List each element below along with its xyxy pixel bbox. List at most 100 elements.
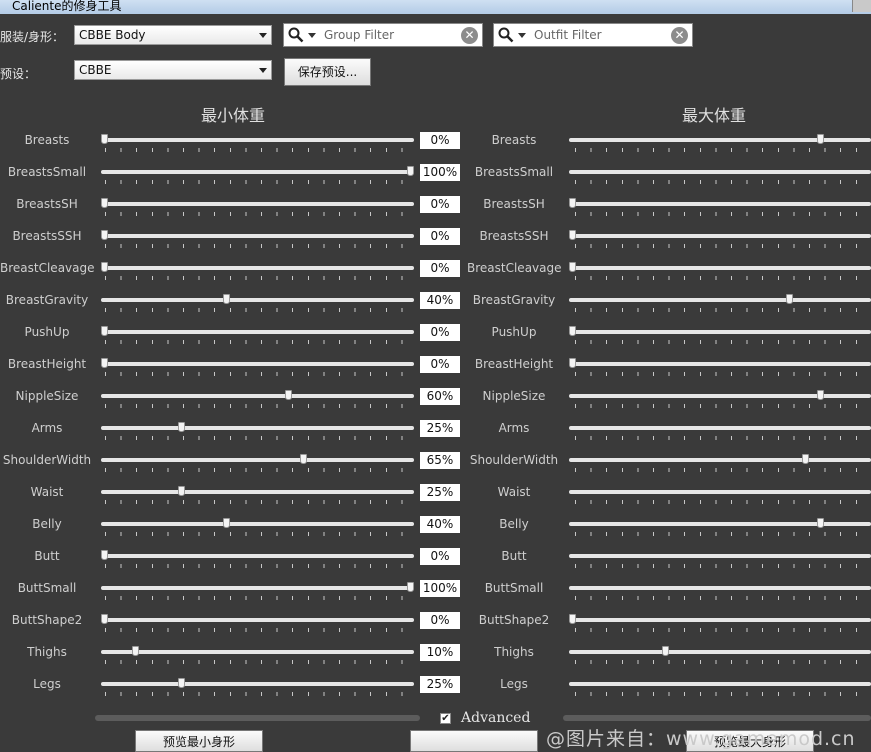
max-slider-track[interactable] — [569, 394, 871, 398]
min-slider-track[interactable] — [101, 170, 414, 174]
max-slider-track[interactable] — [569, 458, 871, 462]
min-slider-thumb[interactable] — [299, 454, 307, 464]
min-slider-track[interactable] — [101, 330, 414, 334]
min-slider-thumb[interactable] — [284, 390, 292, 400]
min-slider-thumb[interactable] — [101, 134, 108, 144]
dropdown-arrow-icon[interactable] — [308, 33, 316, 39]
build-button[interactable] — [410, 730, 538, 752]
preview-min-button[interactable]: 预览最小身形 — [135, 730, 263, 752]
min-slider-track[interactable] — [101, 586, 414, 590]
advanced-checkbox[interactable]: ✔ — [440, 713, 451, 724]
min-slider-thumb[interactable] — [177, 678, 185, 688]
min-value-field[interactable]: 0% — [420, 612, 460, 629]
min-slider-thumb[interactable] — [101, 262, 108, 272]
preset-select[interactable]: CBBE — [74, 60, 272, 80]
min-value-field[interactable]: 65% — [420, 452, 460, 469]
min-value-field[interactable]: 25% — [420, 484, 460, 501]
min-slider-thumb[interactable] — [223, 518, 231, 528]
max-slider-thumb[interactable] — [569, 230, 576, 240]
right-scrollbar[interactable] — [563, 715, 871, 721]
max-slider-track[interactable] — [569, 266, 871, 270]
min-slider-track[interactable] — [101, 458, 414, 462]
left-scrollbar[interactable] — [95, 715, 420, 721]
min-slider-thumb[interactable] — [223, 294, 231, 304]
min-value-field[interactable]: 0% — [420, 356, 460, 373]
max-slider-track[interactable] — [569, 330, 871, 334]
min-slider-thumb[interactable] — [101, 198, 108, 208]
min-slider-thumb[interactable] — [101, 550, 108, 560]
min-slider-thumb[interactable] — [177, 486, 185, 496]
min-value-field[interactable]: 0% — [420, 228, 460, 245]
max-slider-track[interactable] — [569, 202, 871, 206]
min-value-field[interactable]: 0% — [420, 548, 460, 565]
dropdown-arrow-icon[interactable] — [518, 33, 526, 39]
min-slider-thumb[interactable] — [177, 422, 185, 432]
max-slider-thumb[interactable] — [662, 646, 669, 656]
min-slider-track[interactable] — [101, 490, 414, 494]
min-value-field[interactable]: 100% — [420, 164, 460, 181]
max-slider-track[interactable] — [569, 234, 871, 238]
clear-group-filter-icon[interactable]: ✕ — [461, 27, 478, 44]
max-slider-track[interactable] — [569, 170, 871, 174]
min-slider-track[interactable] — [101, 554, 414, 558]
min-slider-track[interactable] — [101, 266, 414, 270]
min-slider-track[interactable] — [101, 362, 414, 366]
min-slider-thumb[interactable] — [101, 358, 108, 368]
min-value-field[interactable]: 0% — [420, 196, 460, 213]
min-slider-track[interactable] — [101, 138, 414, 142]
min-value-field[interactable]: 60% — [420, 388, 460, 405]
min-value-field[interactable]: 25% — [420, 676, 460, 693]
outfit-filter-input[interactable]: Outfit Filter ✕ — [493, 23, 693, 47]
group-filter-input[interactable]: Group Filter ✕ — [283, 23, 483, 47]
max-slider-thumb[interactable] — [817, 134, 824, 144]
min-slider-thumb[interactable] — [101, 326, 108, 336]
max-slider-track[interactable] — [569, 650, 871, 654]
min-value-field[interactable]: 0% — [420, 260, 460, 277]
min-slider-thumb[interactable] — [101, 230, 108, 240]
max-slider-track[interactable] — [569, 362, 871, 366]
min-value-field[interactable]: 40% — [420, 516, 460, 533]
min-slider-thumb[interactable] — [101, 614, 108, 624]
min-slider-thumb[interactable] — [407, 582, 414, 592]
min-slider-track[interactable] — [101, 394, 414, 398]
clear-outfit-filter-icon[interactable]: ✕ — [671, 27, 688, 44]
max-slider-thumb[interactable] — [569, 326, 576, 336]
max-slider-track[interactable] — [569, 138, 871, 142]
max-slider-track[interactable] — [569, 522, 871, 526]
window-close-button[interactable] — [852, 0, 871, 12]
min-slider-thumb[interactable] — [407, 166, 414, 176]
max-slider-thumb[interactable] — [817, 518, 824, 528]
min-slider-ticks — [105, 468, 414, 472]
max-slider-track[interactable] — [569, 426, 871, 430]
min-value-field[interactable]: 0% — [420, 132, 460, 149]
max-slider-track[interactable] — [569, 618, 871, 622]
max-slider-track[interactable] — [569, 490, 871, 494]
max-slider-thumb[interactable] — [569, 614, 576, 624]
outfit-select[interactable]: CBBE Body — [74, 25, 272, 45]
max-slider-thumb[interactable] — [817, 390, 824, 400]
max-slider-track[interactable] — [569, 554, 871, 558]
max-slider-thumb[interactable] — [569, 198, 576, 208]
max-slider-track[interactable] — [569, 586, 871, 590]
min-slider-track[interactable] — [101, 202, 414, 206]
min-slider-track[interactable] — [101, 618, 414, 622]
max-slider-thumb[interactable] — [569, 262, 576, 272]
max-slider-track[interactable] — [569, 682, 871, 686]
max-slider-thumb[interactable] — [801, 454, 809, 464]
max-slider-thumb[interactable] — [786, 294, 793, 304]
min-slider-track[interactable] — [101, 650, 414, 654]
min-slider-track[interactable] — [101, 234, 414, 238]
min-slider-track[interactable] — [101, 682, 414, 686]
min-slider-track[interactable] — [101, 522, 414, 526]
save-preset-button[interactable]: 保存预设... — [284, 58, 371, 86]
min-slider-thumb[interactable] — [131, 646, 139, 656]
max-slider-track[interactable] — [569, 298, 871, 302]
min-slider-track[interactable] — [101, 426, 414, 430]
min-value-field[interactable]: 25% — [420, 420, 460, 437]
max-slider-thumb[interactable] — [569, 358, 576, 368]
min-value-field[interactable]: 40% — [420, 292, 460, 309]
min-value-field[interactable]: 10% — [420, 644, 460, 661]
min-slider-track[interactable] — [101, 298, 414, 302]
min-value-field[interactable]: 0% — [420, 324, 460, 341]
min-value-field[interactable]: 100% — [420, 580, 460, 597]
